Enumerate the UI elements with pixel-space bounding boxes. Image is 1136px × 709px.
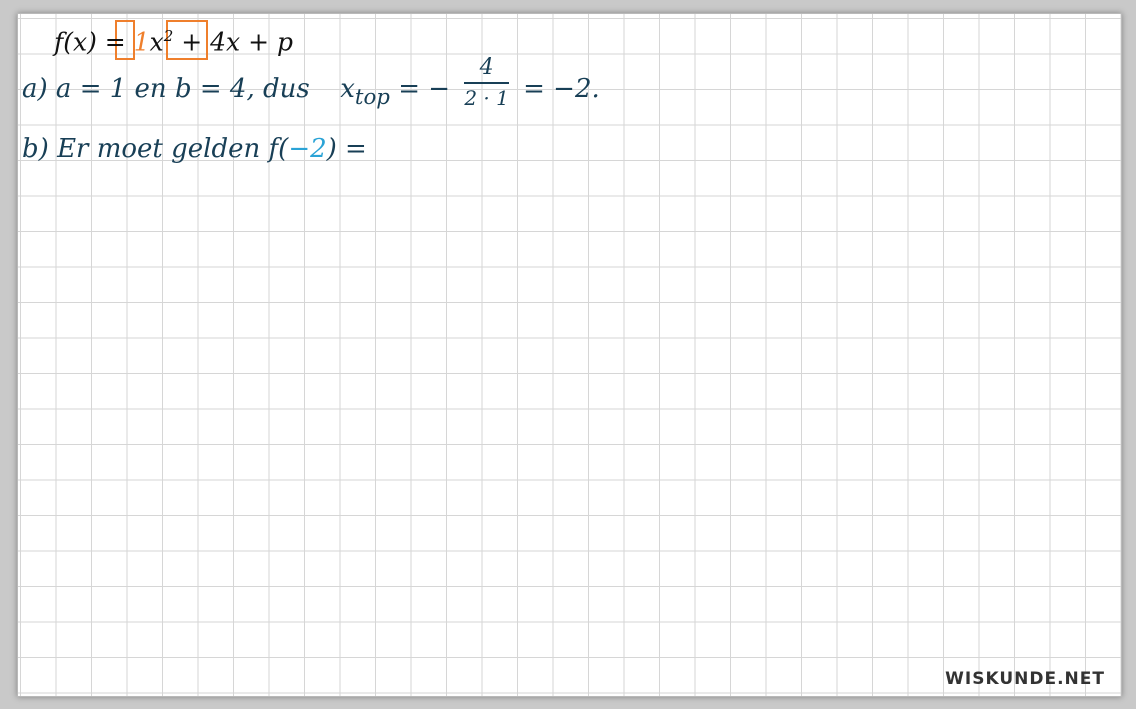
part-b-argument: −2 — [288, 134, 327, 164]
fraction-denominator: 2 · 1 — [464, 86, 509, 110]
formula-rest: x + p — [226, 27, 293, 57]
part-b-line: b) Er moet gelden f(−2) = — [22, 134, 367, 164]
formula-exponent: 2 — [163, 27, 174, 45]
formula-lhs: f(x) = — [54, 27, 126, 57]
formula-x: x — [149, 27, 164, 57]
fraction-bar — [464, 82, 509, 84]
part-b-f-open: f( — [268, 134, 289, 164]
fraction-numerator: 4 — [479, 55, 494, 80]
site-watermark: WISKUNDE.NET — [945, 669, 1105, 689]
part-b-f-close: ) = — [326, 134, 367, 164]
part-a-line: a) a = 1 en b = 4, dus xtop = − 4 2 · 1 … — [22, 55, 600, 117]
formula-coef-b: + 4 — [181, 27, 227, 57]
function-definition: f(x) = 1x2 + 4x + p — [54, 27, 293, 56]
vertex-fraction: 4 2 · 1 — [464, 55, 509, 109]
xtop-symbol: x — [340, 74, 355, 104]
formula-coef-a: 1 — [133, 27, 150, 57]
part-a-eq: = − — [398, 74, 451, 104]
whiteboard-canvas: f(x) = 1x2 + 4x + p a) a = 1 en b = 4, d… — [17, 13, 1122, 697]
part-b-label: b) — [22, 134, 49, 164]
part-a-label: a) — [22, 74, 48, 104]
part-a-result: = −2. — [523, 74, 600, 104]
part-b-text: Er moet gelden — [57, 134, 261, 164]
xtop-subscript: top — [354, 85, 390, 111]
part-a-text: a = 1 en b = 4, dus — [55, 74, 310, 104]
